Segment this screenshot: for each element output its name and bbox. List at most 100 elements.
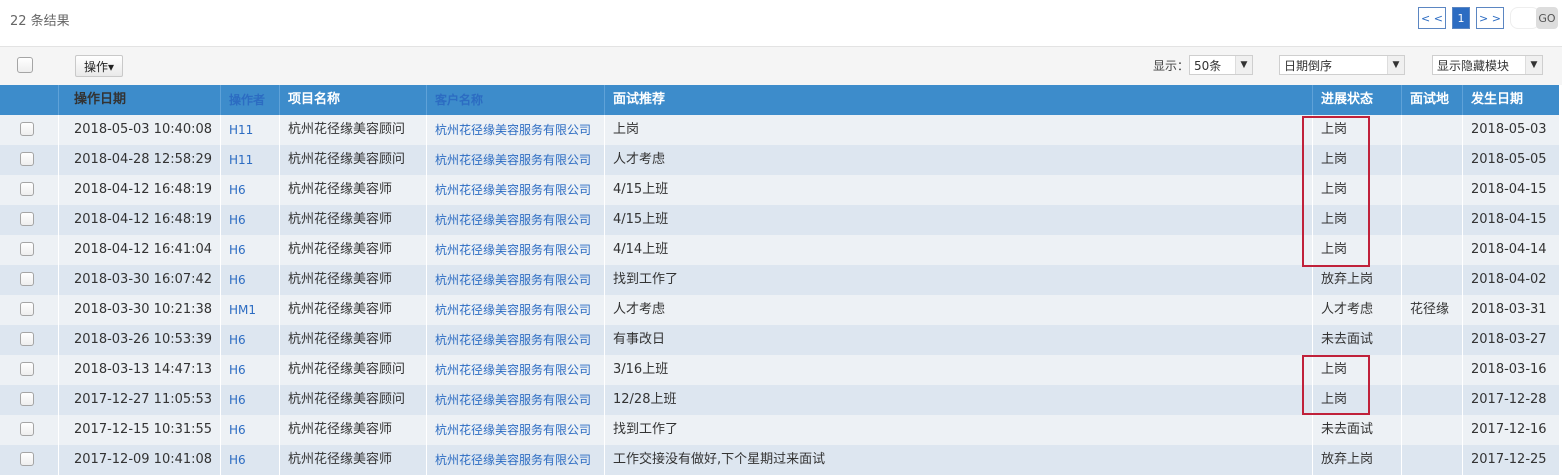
operator-link[interactable]: H11 [220,145,279,175]
operator-link[interactable]: H6 [220,265,279,295]
row-checkbox[interactable] [20,452,34,466]
table-row: 2018-04-12 16:48:19 H6 杭州花径缘美容师 杭州花径缘美容服务有限… [0,205,1559,235]
operator-link[interactable]: HM1 [220,295,279,325]
occurrence-date: 2017-12-25 [1462,445,1559,475]
row-checkbox[interactable] [20,272,34,286]
operator-link[interactable]: H6 [220,355,279,385]
client-link[interactable]: 杭州花径缘美容服务有限公司 [426,415,604,445]
operator-link[interactable]: H6 [220,205,279,235]
interview-location [1401,355,1462,385]
header-interview-location[interactable]: 面试地 [1401,85,1462,115]
client-link[interactable]: 杭州花径缘美容服务有限公司 [426,115,604,145]
hidden-modules-select[interactable]: 显示隐藏模块 ▼ [1432,55,1543,75]
header-client-name[interactable]: 客户名称 [426,85,604,115]
row-checkbox[interactable] [20,122,34,136]
operation-date: 2018-03-13 14:47:13 [58,355,220,385]
occurrence-date: 2018-03-16 [1462,355,1559,385]
client-link[interactable]: 杭州花径缘美容服务有限公司 [426,445,604,475]
row-checkbox[interactable] [20,242,34,256]
operator-link[interactable]: H6 [220,325,279,355]
interview-location [1401,415,1462,445]
operator-link[interactable]: H11 [220,115,279,145]
next-page-button[interactable]: > > [1476,7,1504,29]
table-row: 2018-04-28 12:58:29 H11 杭州花径缘美容顾问 杭州花径缘美容服务… [0,145,1559,175]
page-size-select[interactable]: 50条 ▼ [1189,55,1253,75]
operator-link[interactable]: H6 [220,445,279,475]
client-link[interactable]: 杭州花径缘美容服务有限公司 [426,145,604,175]
progress-status: 放弃上岗 [1312,445,1401,475]
table-row: 2018-03-30 16:07:42 H6 杭州花径缘美容师 杭州花径缘美容服务有限… [0,265,1559,295]
sort-order-value: 日期倒序 [1284,58,1333,73]
select-all-checkbox[interactable] [17,57,33,73]
row-checkbox[interactable] [20,362,34,376]
progress-status: 上岗 [1312,175,1401,205]
header-project-name[interactable]: 项目名称 [279,85,426,115]
occurrence-date: 2018-05-03 [1462,115,1559,145]
table-row: 2018-03-13 14:47:13 H6 杭州花径缘美容顾问 杭州花径缘美容服务有… [0,355,1559,385]
progress-status: 未去面试 [1312,415,1401,445]
interview-location [1401,235,1462,265]
project-name: 杭州花径缘美容师 [279,265,426,295]
operation-date: 2018-04-12 16:48:19 [58,205,220,235]
operator-link[interactable]: H6 [220,415,279,445]
interview-recommendation: 12/28上班 [604,385,1312,415]
client-link[interactable]: 杭州花径缘美容服务有限公司 [426,175,604,205]
table-row: 2018-03-30 10:21:38 HM1 杭州花径缘美容师 杭州花径缘美容服务有… [0,295,1559,325]
occurrence-date: 2018-03-27 [1462,325,1559,355]
operator-link[interactable]: H6 [220,175,279,205]
client-link[interactable]: 杭州花径缘美容服务有限公司 [426,355,604,385]
go-button[interactable]: GO [1536,7,1558,29]
row-checkbox[interactable] [20,392,34,406]
row-checkbox[interactable] [20,212,34,226]
client-link[interactable]: 杭州花径缘美容服务有限公司 [426,325,604,355]
progress-status: 上岗 [1312,235,1401,265]
table-row: 2017-12-15 10:31:55 H6 杭州花径缘美容师 杭州花径缘美容服务有限… [0,415,1559,445]
client-link[interactable]: 杭州花径缘美容服务有限公司 [426,295,604,325]
page-size-value: 50条 [1194,58,1222,73]
operator-link[interactable]: H6 [220,235,279,265]
project-name: 杭州花径缘美容师 [279,295,426,325]
row-select-cell [0,235,58,265]
project-name: 杭州花径缘美容顾问 [279,115,426,145]
occurrence-date: 2018-04-15 [1462,205,1559,235]
interview-location [1401,175,1462,205]
page-1-button[interactable]: 1 [1452,7,1470,29]
row-checkbox[interactable] [20,422,34,436]
results-bar: 22 条结果 < < 1 > > GO [0,0,1562,46]
row-checkbox[interactable] [20,302,34,316]
row-checkbox[interactable] [20,152,34,166]
client-link[interactable]: 杭州花径缘美容服务有限公司 [426,205,604,235]
progress-status: 上岗 [1312,205,1401,235]
interview-location [1401,265,1462,295]
operation-date: 2018-05-03 10:40:08 [58,115,220,145]
project-name: 杭州花径缘美容顾问 [279,355,426,385]
interview-recommendation: 上岗 [604,115,1312,145]
client-link[interactable]: 杭州花径缘美容服务有限公司 [426,385,604,415]
interview-recommendation: 找到工作了 [604,265,1312,295]
operator-link[interactable]: H6 [220,385,279,415]
client-link[interactable]: 杭州花径缘美容服务有限公司 [426,235,604,265]
header-progress-status[interactable]: 进展状态 [1312,85,1401,115]
client-link[interactable]: 杭州花径缘美容服务有限公司 [426,265,604,295]
hidden-modules-value: 显示隐藏模块 [1437,58,1510,73]
interview-recommendation: 4/15上班 [604,205,1312,235]
row-checkbox[interactable] [20,182,34,196]
operation-dropdown-button[interactable]: 操作▾ [75,55,123,77]
row-checkbox[interactable] [20,332,34,346]
header-operation-date[interactable]: 操作日期 [58,85,220,115]
header-occurrence-date[interactable]: 发生日期 [1462,85,1559,115]
header-operator[interactable]: 操作者 [220,85,279,115]
header-interview-recommendation[interactable]: 面试推荐 [604,85,1312,115]
project-name: 杭州花径缘美容师 [279,445,426,475]
progress-status: 未去面试 [1312,325,1401,355]
table-row: 2017-12-09 10:41:08 H6 杭州花径缘美容师 杭州花径缘美容服务有限… [0,445,1559,475]
interview-location: 花径缘 [1401,295,1462,325]
sort-order-select[interactable]: 日期倒序 ▼ [1279,55,1405,75]
row-select-cell [0,175,58,205]
row-select-cell [0,145,58,175]
project-name: 杭州花径缘美容师 [279,325,426,355]
occurrence-date: 2018-03-31 [1462,295,1559,325]
chevron-down-icon: ▼ [1525,56,1542,74]
project-name: 杭州花径缘美容师 [279,235,426,265]
prev-page-button[interactable]: < < [1418,7,1446,29]
